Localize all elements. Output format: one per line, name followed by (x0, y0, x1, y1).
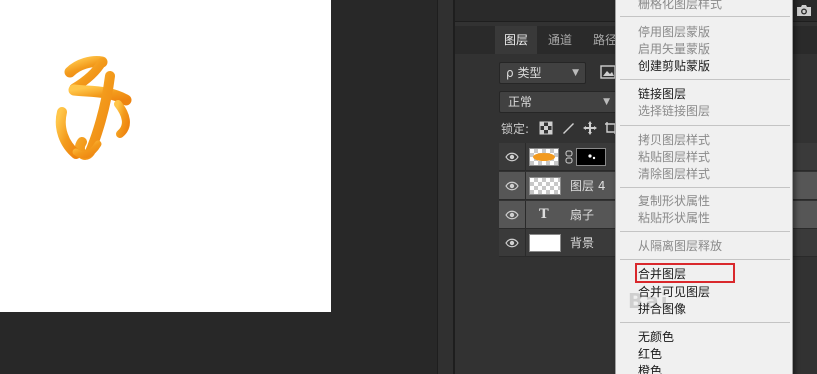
menu-item-copy-layer-style[interactable]: 拷贝图层样式 (638, 132, 710, 149)
menu-item-clear-layer-style[interactable]: 清除图层样式 (638, 166, 710, 183)
menu-separator (620, 79, 790, 80)
menu-item-enable-vector-mask[interactable]: 启用矢量蒙版 (638, 41, 710, 58)
text-layer-icon: T (539, 207, 549, 222)
chevron-down-icon: ▼ (603, 97, 610, 107)
row-separator (525, 143, 526, 171)
image-filter-icon[interactable] (600, 65, 616, 79)
menu-separator (620, 16, 790, 17)
document-canvas[interactable] (0, 0, 331, 312)
menu-item-copy-shape-attributes[interactable]: 复制形状属性 (638, 193, 710, 210)
lock-image-pixels-icon[interactable] (561, 121, 575, 135)
chevron-down-icon: ▼ (572, 68, 579, 78)
menu-item-create-clipping-mask[interactable]: 创建剪贴蒙版 (638, 58, 710, 75)
layer-thumbnail (529, 148, 559, 166)
layer-thumbnail (529, 234, 561, 252)
menu-item-link-layers[interactable]: 链接图层 (638, 86, 686, 103)
menu-separator (620, 125, 790, 126)
camera-icon[interactable] (796, 4, 812, 17)
filter-kind-label: 类型 (517, 66, 542, 80)
lock-label: 锁定: (501, 122, 530, 136)
lock-transparent-pixels-icon[interactable] (539, 121, 553, 135)
menu-item-orange[interactable]: 橙色 (638, 363, 662, 374)
menu-separator (620, 259, 790, 260)
mask-shape (588, 154, 596, 160)
tab-layers[interactable]: 图层 (495, 26, 538, 54)
canvas-area[interactable] (0, 0, 437, 374)
layer-name: 背景 (570, 236, 595, 250)
layer-mask-thumbnail[interactable] (576, 148, 606, 166)
orange-calligraphy-glyph (55, 56, 132, 160)
chain-link-icon[interactable] (565, 150, 573, 164)
menu-item-release-from-isolation[interactable]: 从隔离图层释放 (638, 238, 722, 255)
blend-mode-select[interactable]: 正常 ▼ (499, 91, 617, 113)
filter-kind-select[interactable]: ρ 类型 ▼ (499, 62, 586, 84)
eye-icon[interactable] (505, 209, 519, 221)
menu-item-paste-shape-attributes[interactable]: 粘贴形状属性 (638, 210, 710, 227)
eye-icon[interactable] (505, 237, 519, 249)
lock-position-icon[interactable] (583, 121, 597, 135)
menu-item-merge-layers[interactable]: 合并图层 (638, 266, 686, 283)
menu-separator (620, 322, 790, 323)
tab-channels[interactable]: 通道 (539, 26, 581, 54)
menu-item-red[interactable]: 红色 (638, 346, 662, 363)
menu-item-rasterize-layer-style[interactable]: 栅格化图层样式 (638, 0, 722, 13)
eye-icon[interactable] (505, 151, 519, 163)
layer-name: 扇子 (570, 208, 595, 222)
menu-item-paste-layer-style[interactable]: 粘贴图层样式 (638, 149, 710, 166)
layer-name: 图层 4 (570, 179, 606, 193)
menu-item-disable-layer-mask[interactable]: 停用图层蒙版 (638, 24, 710, 41)
menu-item-select-linked-layers[interactable]: 选择链接图层 (638, 103, 710, 120)
menu-item-no-color[interactable]: 无颜色 (638, 329, 674, 346)
orange-shape-thumb (533, 153, 555, 161)
menu-separator (620, 231, 790, 232)
layer-thumbnail (529, 177, 561, 195)
row-separator (525, 201, 526, 229)
menu-separator (620, 187, 790, 188)
layer-context-menu: 栅格化图层样式 停用图层蒙版 启用矢量蒙版 创建剪贴蒙版 链接图层 选择链接图层… (615, 0, 793, 374)
row-separator (525, 229, 526, 257)
blend-mode-label: 正常 (508, 95, 533, 109)
eye-icon[interactable] (505, 180, 519, 192)
search-icon: ρ (506, 66, 514, 80)
watermark: Bai (628, 289, 670, 313)
row-separator (525, 172, 526, 200)
